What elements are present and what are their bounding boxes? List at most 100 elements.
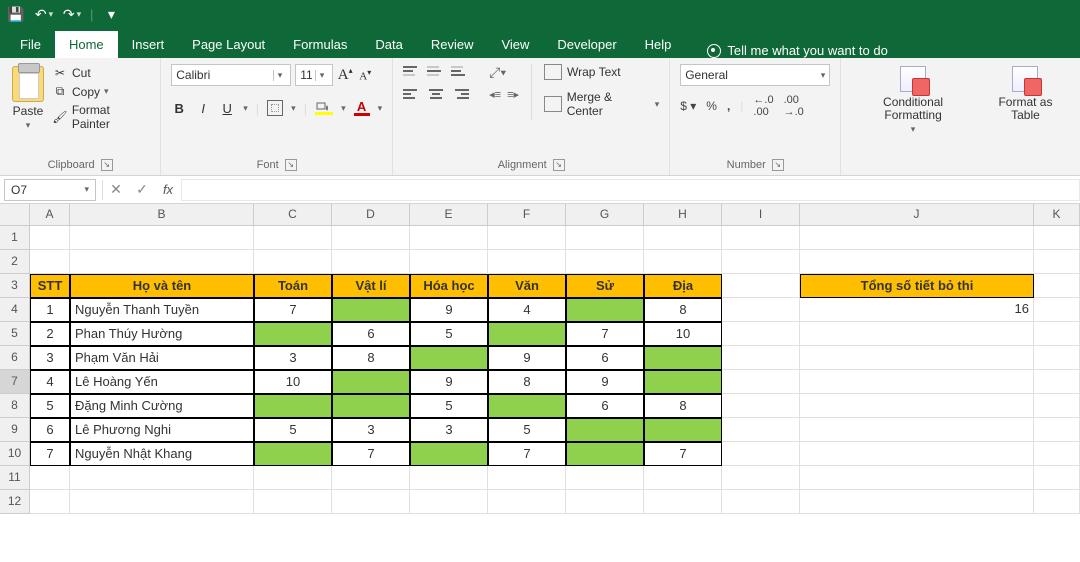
cell[interactable]: 3: [332, 418, 410, 442]
cell[interactable]: [644, 418, 722, 442]
cell[interactable]: Địa: [644, 274, 722, 298]
column-header-C[interactable]: C: [254, 204, 332, 226]
cell[interactable]: 3: [30, 346, 70, 370]
cell[interactable]: [70, 490, 254, 514]
cell[interactable]: Họ và tên: [70, 274, 254, 298]
cell[interactable]: [722, 298, 800, 322]
row-header-4[interactable]: 4: [0, 298, 30, 322]
cell[interactable]: [722, 322, 800, 346]
cell[interactable]: [410, 490, 488, 514]
cell[interactable]: [1034, 226, 1080, 250]
copy-button[interactable]: ⧉Copy ▾: [52, 82, 150, 101]
cancel-formula-button[interactable]: ✕: [103, 181, 129, 198]
row-header-1[interactable]: 1: [0, 226, 30, 250]
align-bottom-button[interactable]: [451, 64, 469, 78]
cell[interactable]: 7: [644, 442, 722, 466]
dialog-launcher-icon[interactable]: ↘: [285, 159, 297, 171]
align-center-button[interactable]: [427, 87, 445, 101]
column-header-K[interactable]: K: [1034, 204, 1080, 226]
cell[interactable]: 10: [254, 370, 332, 394]
cell[interactable]: [1034, 418, 1080, 442]
accounting-format-button[interactable]: $ ▾: [680, 99, 696, 113]
row-header-8[interactable]: 8: [0, 394, 30, 418]
cell[interactable]: [410, 346, 488, 370]
cell[interactable]: 7: [488, 442, 566, 466]
cell[interactable]: 5: [30, 394, 70, 418]
cell[interactable]: [254, 490, 332, 514]
cell[interactable]: [70, 250, 254, 274]
cell[interactable]: [410, 226, 488, 250]
cell[interactable]: [566, 418, 644, 442]
cell[interactable]: [566, 490, 644, 514]
cell[interactable]: [644, 226, 722, 250]
cell[interactable]: Lê Hoàng Yến: [70, 370, 254, 394]
cell[interactable]: [488, 394, 566, 418]
cell[interactable]: 8: [644, 394, 722, 418]
row-header-6[interactable]: 6: [0, 346, 30, 370]
align-left-button[interactable]: [403, 87, 421, 101]
row-header-2[interactable]: 2: [0, 250, 30, 274]
column-header-F[interactable]: F: [488, 204, 566, 226]
cell[interactable]: 5: [254, 418, 332, 442]
cell[interactable]: [800, 250, 1034, 274]
cell[interactable]: 3: [410, 418, 488, 442]
cell[interactable]: [488, 322, 566, 346]
cell[interactable]: [1034, 442, 1080, 466]
cell[interactable]: Vật lí: [332, 274, 410, 298]
cell[interactable]: [1034, 394, 1080, 418]
cell[interactable]: [566, 466, 644, 490]
wrap-text-button[interactable]: Wrap Text: [544, 64, 659, 80]
cell[interactable]: [332, 226, 410, 250]
cell[interactable]: [800, 418, 1034, 442]
tab-page-layout[interactable]: Page Layout: [178, 31, 279, 58]
cell[interactable]: 6: [332, 322, 410, 346]
cell[interactable]: [800, 394, 1034, 418]
font-color-button[interactable]: A: [354, 101, 370, 116]
cell[interactable]: [410, 466, 488, 490]
column-header-D[interactable]: D: [332, 204, 410, 226]
cell[interactable]: [254, 226, 332, 250]
cell[interactable]: [800, 370, 1034, 394]
underline-button[interactable]: U: [219, 101, 235, 116]
cell[interactable]: Đặng Minh Cường: [70, 394, 254, 418]
cell[interactable]: Phan Thúy Hường: [70, 322, 254, 346]
column-header-I[interactable]: I: [722, 204, 800, 226]
cell[interactable]: 5: [410, 394, 488, 418]
column-header-H[interactable]: H: [644, 204, 722, 226]
font-size-select[interactable]: 11▾: [295, 64, 333, 86]
cell[interactable]: [722, 394, 800, 418]
qat-customize-icon[interactable]: ▾: [101, 4, 121, 24]
cell[interactable]: [488, 226, 566, 250]
align-middle-button[interactable]: [427, 64, 445, 78]
column-header-J[interactable]: J: [800, 204, 1034, 226]
cell[interactable]: [644, 490, 722, 514]
dialog-launcher-icon[interactable]: ↘: [101, 159, 113, 171]
cell[interactable]: 16: [800, 298, 1034, 322]
cell[interactable]: [254, 394, 332, 418]
cell[interactable]: [566, 298, 644, 322]
cell[interactable]: [800, 322, 1034, 346]
decrease-decimal-button[interactable]: .00→.0: [784, 94, 804, 118]
cell[interactable]: [800, 490, 1034, 514]
row-header-3[interactable]: 3: [0, 274, 30, 298]
undo-icon[interactable]: ↶: [34, 4, 54, 24]
cell[interactable]: [800, 226, 1034, 250]
cell[interactable]: [644, 346, 722, 370]
paste-button[interactable]: Paste ▾: [10, 64, 46, 133]
cell[interactable]: 9: [488, 346, 566, 370]
shrink-font-button[interactable]: A▾: [357, 68, 373, 83]
conditional-formatting-button[interactable]: Conditional Formatting▾: [851, 64, 975, 135]
cell[interactable]: Phạm Văn Hải: [70, 346, 254, 370]
cell[interactable]: [30, 250, 70, 274]
cell[interactable]: 6: [566, 394, 644, 418]
cell[interactable]: [800, 346, 1034, 370]
cell[interactable]: [722, 370, 800, 394]
cell[interactable]: Văn: [488, 274, 566, 298]
cell[interactable]: 1: [30, 298, 70, 322]
cell[interactable]: [332, 298, 410, 322]
cell[interactable]: 8: [488, 370, 566, 394]
comma-format-button[interactable]: ,: [727, 99, 730, 113]
cell[interactable]: 4: [30, 370, 70, 394]
cell[interactable]: [332, 490, 410, 514]
cell[interactable]: [722, 418, 800, 442]
